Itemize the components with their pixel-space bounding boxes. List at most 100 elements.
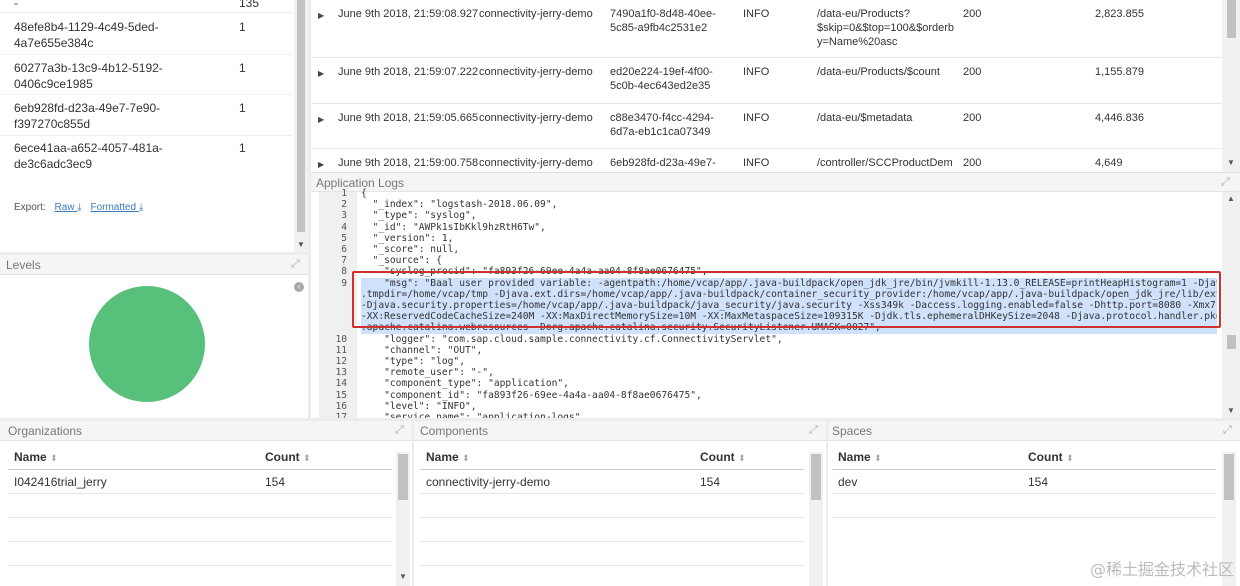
divider [8, 493, 392, 494]
list-item-name: 48efe8b4-1129-4c49-5ded- [14, 20, 159, 34]
formatted-link-text: Formatted [90, 202, 137, 213]
list-item-name-cont: f397270c855d [14, 117, 91, 131]
sort-icon[interactable]: ⬍ [874, 453, 882, 463]
expand-row-icon[interactable]: ▶ [318, 11, 324, 20]
code-line: 5 "_version": 1, [319, 233, 1217, 244]
status-cell: 200 [963, 112, 982, 124]
duration-cell: 4,446.836 [1095, 112, 1144, 124]
divider [832, 517, 1216, 518]
path-cell: /controller/SCCProductDem [817, 157, 953, 169]
line-number: 6 [341, 244, 347, 255]
status-cell: 200 [963, 157, 982, 169]
table-row[interactable]: ▶ June 9th 2018, 21:59:05.665 connectivi… [311, 104, 1222, 149]
divider [420, 565, 804, 566]
sort-icon[interactable]: ⬍ [1066, 453, 1074, 463]
formatted-export-link[interactable]: Formatted ⤓ [90, 202, 143, 213]
line-number: 16 [335, 400, 347, 412]
log-table-scrollbar[interactable]: ▼ [1222, 0, 1240, 172]
id-cell: c88e3470-f4cc-4294- [610, 112, 714, 124]
list-item-name: 6ece41aa-a652-4057-481a- [14, 141, 163, 155]
highlight-box [352, 271, 1221, 328]
expand-icon[interactable]: ⤢ [291, 259, 302, 270]
time-cell: June 9th 2018, 21:59:08.927 [338, 8, 479, 20]
line-content: "component_id": "fa893f26-69ee-4a4a-aa04… [361, 389, 702, 401]
download-icon: ⤓ [77, 202, 82, 213]
divider [420, 469, 804, 470]
level-cell: INFO [743, 112, 770, 124]
expand-row-icon[interactable]: ▶ [318, 160, 324, 169]
scroll-down-arrow-icon[interactable]: ▼ [1226, 158, 1236, 168]
list-item[interactable]: 60277a3b-13c9-4b12-5192- 0406c9ce1985 1 [0, 55, 292, 95]
scroll-up-arrow-icon[interactable]: ▲ [1226, 194, 1236, 204]
status-cell: 200 [963, 66, 982, 78]
top-left-scrollbar[interactable]: ▼ [294, 0, 308, 252]
line-number: 4 [341, 221, 347, 233]
list-item[interactable]: 48efe8b4-1129-4c49-5ded- 4a7e655e384c 1 [0, 13, 292, 55]
list-item-name: 6eb928fd-d23a-49e7-7e90- [14, 101, 161, 115]
code-line: 7 "_source": { [319, 255, 1217, 266]
sort-icon[interactable]: ⬍ [462, 453, 470, 463]
line-content: "_type": "syslog", [361, 210, 477, 222]
column-header-count[interactable]: Count ⬍ [265, 450, 311, 464]
column-header-count[interactable]: Count ⬍ [700, 450, 746, 464]
organization-name-cell: I042416trial_jerry [14, 475, 107, 489]
list-item[interactable]: 6ece41aa-a652-4057-481a- de3c6adc3ec9 1 [0, 136, 292, 178]
line-number: 3 [341, 210, 347, 222]
raw-export-link[interactable]: Raw ⤓ [54, 202, 81, 213]
scrollbar-thumb[interactable] [1227, 335, 1236, 349]
expand-icon[interactable]: ⤢ [395, 425, 406, 436]
id-cell-cont: 5c0b-4ec643ed2e35 [610, 80, 711, 92]
components-scrollbar[interactable] [809, 452, 823, 586]
organization-count-cell: 154 [265, 475, 286, 489]
sort-icon[interactable]: ⬍ [50, 453, 58, 463]
scroll-down-arrow-icon[interactable]: ▼ [296, 240, 306, 250]
code-line: 16 "level": "INFO", [319, 401, 1217, 412]
scroll-down-arrow-icon[interactable]: ▼ [1226, 406, 1236, 416]
line-content: "channel": "OUT", [361, 344, 483, 356]
line-number: 17 [335, 412, 347, 418]
list-item-count: 1 [239, 101, 246, 115]
app-logs-scrollbar[interactable]: ▲ ▼ [1222, 192, 1240, 418]
line-content: "service_name": "application-logs", [361, 412, 587, 418]
scroll-down-arrow-icon[interactable]: ▼ [398, 572, 408, 582]
list-item-name-cont: de3c6adc3ec9 [14, 157, 93, 171]
sort-icon[interactable]: ⬍ [738, 453, 746, 463]
column-header-count[interactable]: Count ⬍ [1028, 450, 1074, 464]
code-line: 2 "_index": "logstash-2018.06.09", [319, 199, 1217, 210]
sort-icon[interactable]: ⬍ [303, 453, 311, 463]
divider [420, 517, 804, 518]
expand-icon[interactable]: ⤢ [809, 425, 820, 436]
export-label: Export: [14, 202, 46, 213]
list-item-count: 1 [239, 61, 246, 75]
column-header-name[interactable]: Name ⬍ [426, 450, 470, 464]
expand-icon[interactable]: ⤢ [1221, 177, 1232, 188]
pie-slice-info[interactable] [89, 286, 205, 402]
line-content: { [361, 188, 367, 199]
line-number: 5 [341, 232, 347, 244]
scrollbar-thumb[interactable] [1224, 454, 1234, 500]
list-item[interactable]: 6eb928fd-d23a-49e7-7e90- f397270c855d 1 [0, 95, 292, 136]
list-item[interactable]: - 135 [0, 0, 292, 13]
table-row[interactable]: ▶ June 9th 2018, 21:59:00.758 connectivi… [311, 149, 1222, 172]
column-header-name[interactable]: Name ⬍ [838, 450, 882, 464]
component-count-cell: 154 [700, 475, 721, 489]
code-line: 15 "component_id": "fa893f26-69ee-4a4a-a… [319, 390, 1217, 401]
scrollbar-thumb[interactable] [398, 454, 408, 500]
organizations-scrollbar[interactable]: ▼ [396, 452, 410, 586]
scrollbar-thumb[interactable] [297, 0, 305, 232]
scrollbar-thumb[interactable] [1227, 0, 1236, 38]
column-header-name[interactable]: Name ⬍ [14, 450, 58, 464]
space-name-cell: dev [838, 475, 858, 489]
line-content: "component_type": "application", [361, 378, 569, 390]
code-line: 13 "remote_user": "-", [319, 367, 1217, 378]
line-number: 7 [341, 255, 347, 267]
path-cell: /data-eu/Products? [817, 8, 910, 20]
code-line: 3 "_type": "syslog", [319, 210, 1217, 221]
expand-row-icon[interactable]: ▶ [318, 69, 324, 78]
table-row[interactable]: ▶ June 9th 2018, 21:59:08.927 connectivi… [311, 0, 1222, 58]
scrollbar-thumb[interactable] [811, 454, 821, 500]
table-row[interactable]: ▶ June 9th 2018, 21:59:07.222 connectivi… [311, 58, 1222, 104]
line-number: 10 [335, 333, 347, 345]
expand-icon[interactable]: ⤢ [1223, 425, 1234, 436]
expand-row-icon[interactable]: ▶ [318, 115, 324, 124]
